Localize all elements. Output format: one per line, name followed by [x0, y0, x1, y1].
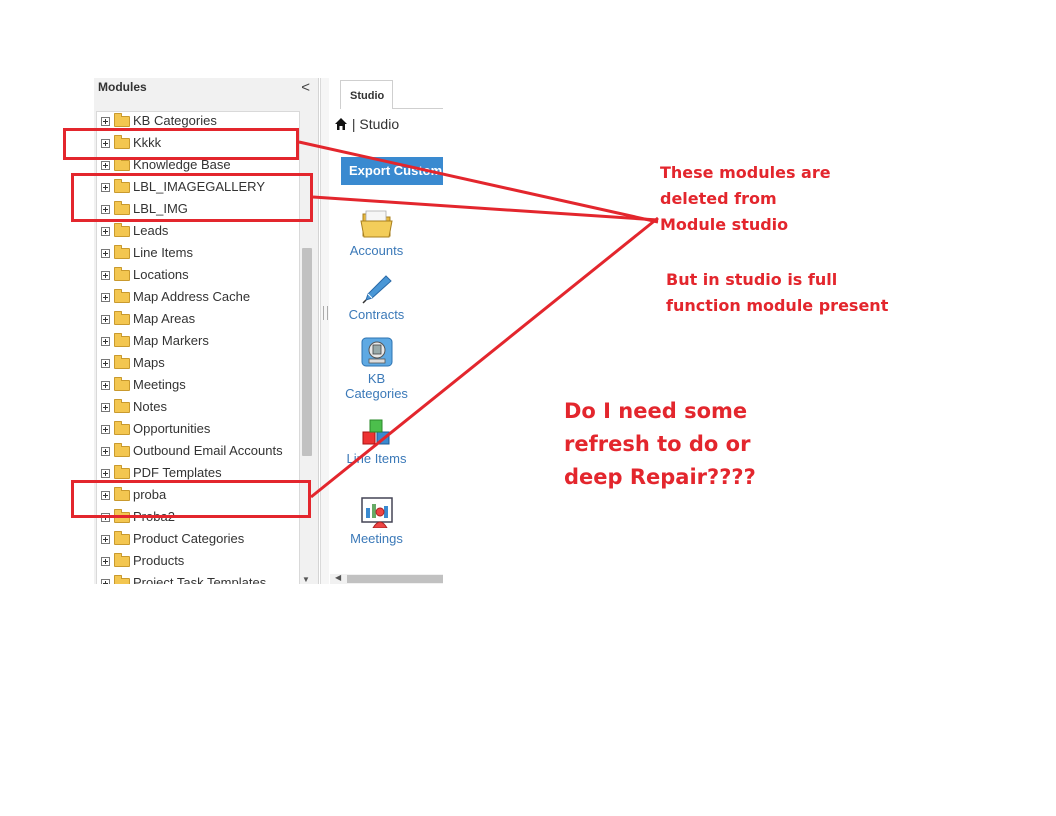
- annotation-line-text: deleted from: [660, 189, 777, 208]
- annotation-line-text: These modules are: [660, 163, 831, 182]
- annotation-line-text: But in studio is full: [666, 270, 838, 289]
- annotation-lines: [298, 140, 659, 499]
- annotation-line-text: refresh to do or: [564, 432, 751, 456]
- annotation-line-2: [312, 195, 659, 222]
- annotation-note-deleted: These modules are deleted from Module st…: [660, 160, 831, 238]
- annotation-note-present: But in studio is full function module pr…: [666, 267, 888, 319]
- annotation-line-text: deep Repair????: [564, 465, 756, 489]
- annotation-line-text: Do I need some: [564, 399, 748, 423]
- annotation-note-question: Do I need some refresh to do or deep Rep…: [564, 395, 756, 494]
- annotation-line-text: function module present: [666, 296, 889, 315]
- annotation-line-text: Module studio: [660, 215, 789, 234]
- annotation-line-1: [298, 140, 659, 224]
